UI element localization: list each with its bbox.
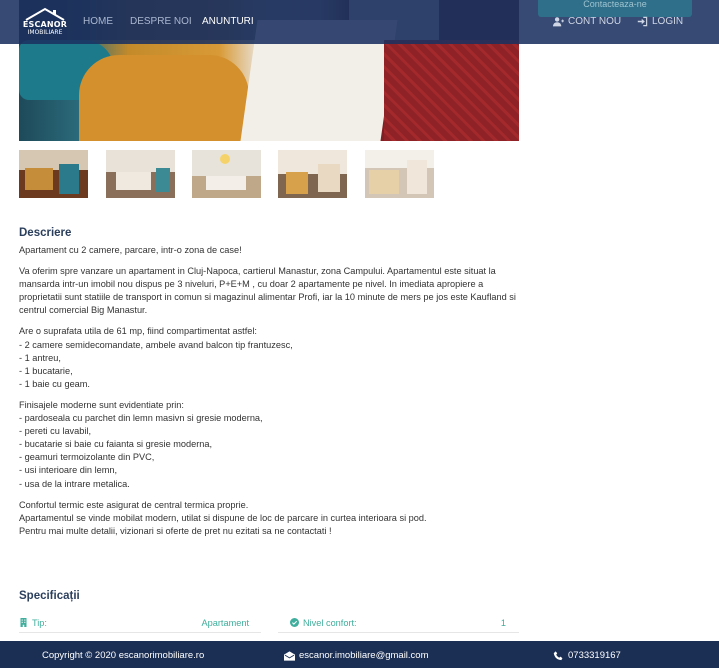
description-paragraph: Finisajele moderne sunt evidentiate prin… [19, 399, 263, 489]
login-label: LOGIN [652, 16, 684, 27]
nav-anunturi[interactable]: ANUNTURI [202, 16, 254, 27]
gallery-thumbnail[interactable] [365, 150, 434, 198]
footer-email[interactable]: escanor.imobiliare@gmail.com [284, 650, 429, 661]
user-plus-icon [553, 17, 564, 27]
logo[interactable]: ESCANOR IMOBILIARE [20, 7, 70, 37]
envelope-icon [284, 650, 295, 661]
spec-label: Nivel confort: [303, 617, 357, 628]
building-icon [20, 618, 27, 627]
email-text: escanor.imobiliare@gmail.com [299, 650, 429, 661]
sign-in-icon [637, 16, 648, 27]
spec-value: 1 [500, 617, 506, 628]
spec-label: Tip: [32, 617, 47, 628]
logo-subtext: IMOBILIARE [27, 29, 63, 36]
footer-phone[interactable]: 0733319167 [553, 650, 621, 661]
gallery-thumbnail[interactable] [192, 150, 261, 198]
register-label: CONT NOU [568, 16, 622, 27]
house-roof-icon [25, 7, 65, 21]
contact-button[interactable]: Contacteaza-ne [538, 0, 692, 17]
description-title: Descriere [19, 227, 72, 239]
gallery-thumbnail[interactable] [19, 150, 88, 198]
phone-text: 0733319167 [568, 650, 621, 661]
description-paragraph: Confortul termic este asigurat de centra… [19, 499, 427, 536]
spec-row-type: Tip: Apartament [19, 613, 261, 633]
specifications-title: Specificații [19, 590, 80, 602]
nav-home[interactable]: HOME [83, 16, 113, 27]
comfort-level-icon [290, 618, 299, 627]
spec-value: Apartament [201, 617, 250, 628]
description-body: Apartament cu 2 camere, parcare, intr-o … [19, 244, 524, 546]
gallery-thumbnail[interactable] [106, 150, 175, 198]
top-navbar: ESCANOR IMOBILIARE HOME DESPRE NOI ANUNT… [0, 0, 719, 44]
copyright-text: Copyright © 2020 escanorimobiliare.ro [42, 650, 205, 661]
spec-row-comfort: Nivel confort: 1 [278, 613, 519, 633]
description-paragraph: Are o suprafata utila de 61 mp, fiind co… [19, 326, 293, 389]
register-link[interactable]: CONT NOU [553, 16, 621, 27]
nav-despre-noi[interactable]: DESPRE NOI [130, 16, 192, 27]
contact-button-label: Contacteaza-ne [583, 0, 647, 9]
logo-text: ESCANOR [22, 20, 68, 29]
phone-icon [553, 650, 563, 660]
gallery-thumbnail[interactable] [278, 150, 347, 198]
login-link[interactable]: LOGIN [637, 16, 683, 27]
description-paragraph: Va oferim spre vanzare un apartament in … [19, 266, 516, 316]
description-paragraph: Apartament cu 2 camere, parcare, intr-o … [19, 245, 242, 255]
footer: Copyright © 2020 escanorimobiliare.ro es… [0, 641, 719, 668]
